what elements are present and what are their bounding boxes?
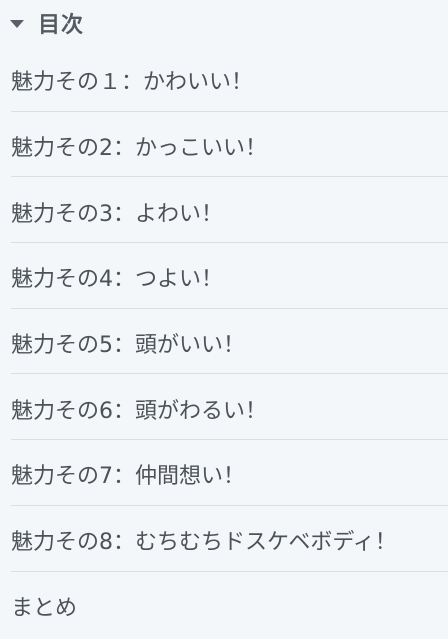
- toc-link-summary[interactable]: まとめ: [11, 572, 448, 638]
- toc-link-5[interactable]: 魅力その5：頭がいい！: [11, 309, 448, 375]
- toc-list: 魅力その１：かわいい！ 魅力その2：かっこいい！ 魅力その3：よわい！ 魅力その…: [0, 46, 448, 637]
- toc-title: 目次: [38, 13, 85, 38]
- toc-link-4[interactable]: 魅力その4：つよい！: [11, 243, 448, 309]
- caret-down-icon: [10, 20, 24, 28]
- toc-link-8[interactable]: 魅力その8：むちむちドスケベボディ！: [11, 506, 448, 572]
- toc-toggle[interactable]: 目次: [0, 0, 448, 46]
- toc-link-3[interactable]: 魅力その3：よわい！: [11, 177, 448, 244]
- toc-link-1[interactable]: 魅力その１：かわいい！: [11, 46, 448, 112]
- toc-link-7[interactable]: 魅力その7：仲間想い！: [11, 440, 448, 506]
- toc-link-6[interactable]: 魅力その6：頭がわるい！: [11, 374, 448, 441]
- table-of-contents: 目次 魅力その１：かわいい！ 魅力その2：かっこいい！ 魅力その3：よわい！ 魅…: [0, 0, 448, 639]
- toc-link-2[interactable]: 魅力その2：かっこいい！: [11, 112, 448, 178]
